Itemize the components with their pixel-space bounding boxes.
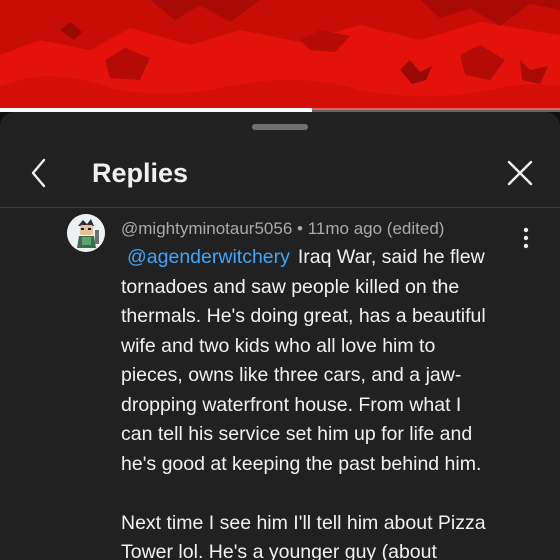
comment-author[interactable]: @mightyminotaur5056 <box>121 219 292 238</box>
header-divider <box>0 207 560 208</box>
back-button[interactable] <box>22 154 58 192</box>
comment-line: tornadoes and saw people killed on the <box>121 275 460 298</box>
comment-line: Tower lol. He's a younger guy (about <box>121 541 437 560</box>
screen: Replies @mightyminotaur5056 • 11mo ago (… <box>0 0 560 560</box>
comment-line: thermals. He's doing great, has a beauti… <box>121 305 486 327</box>
comment-line: @agenderwitchery Iraq War, said he flew <box>127 246 485 268</box>
close-icon <box>507 160 533 186</box>
comment-text: @agenderwitchery Iraq War, said he flew t… <box>121 243 531 560</box>
sheet-header: Replies <box>0 142 560 204</box>
meta-separator: • <box>297 219 303 238</box>
mention-link[interactable]: @agenderwitchery <box>127 246 290 268</box>
close-button[interactable] <box>502 155 538 191</box>
comment-line: he's good at keeping the past behind him… <box>121 452 482 475</box>
avatar-image <box>67 214 105 252</box>
avatar[interactable] <box>67 214 105 252</box>
comment-line: Next time I see him I'll tell him about … <box>121 511 486 534</box>
comment-line: pieces, owns like three cars, and a jaw- <box>121 364 462 386</box>
sheet-title: Replies <box>92 158 189 188</box>
video-frame-art <box>0 0 560 110</box>
chevron-left-icon <box>31 158 46 188</box>
video-player[interactable] <box>0 0 560 110</box>
comment-time: 11mo ago (edited) <box>307 219 445 238</box>
comment-meta: @mightyminotaur5056 • 11mo ago (edited) <box>121 218 444 240</box>
comment-line: dropping waterfront house. From what I <box>121 393 462 416</box>
comment-line: can tell his service set him up for life… <box>121 423 473 445</box>
comment-line: wife and two kids who all love him to <box>121 334 436 357</box>
drag-handle[interactable] <box>252 124 308 130</box>
